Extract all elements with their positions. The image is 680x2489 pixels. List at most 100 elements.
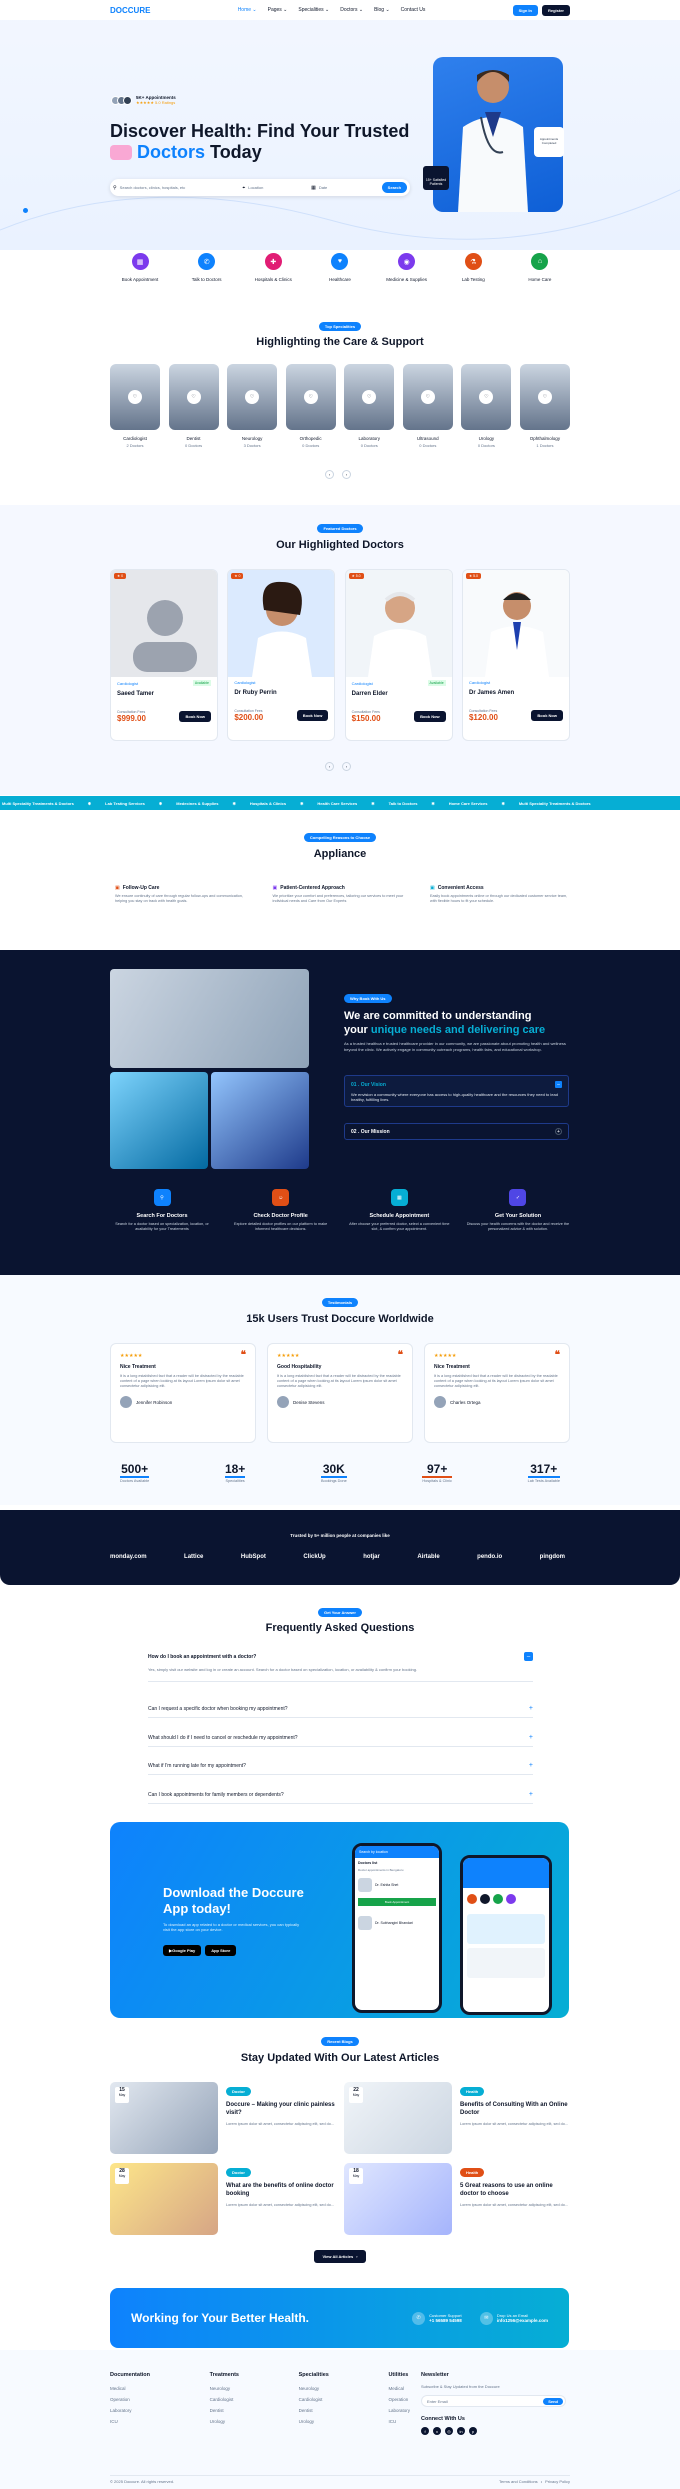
footer-link[interactable]: Medical: [388, 2383, 410, 2394]
footer-link[interactable]: Laboratory: [110, 2405, 150, 2416]
terms-link[interactable]: Terms and Conditions: [499, 2479, 538, 2484]
appliance-list: ▣ Follow-Up Care We ensure continuity of c…: [115, 885, 570, 904]
footer-link[interactable]: Dentist: [210, 2405, 239, 2416]
email-contact[interactable]: ✉ Drop Us an Email info1256@example.com: [479, 2311, 548, 2325]
plus-icon[interactable]: +: [529, 1705, 533, 1712]
faq-item[interactable]: What if I'm running late for my appointm…: [148, 1757, 533, 1775]
location-input[interactable]: Location: [248, 185, 308, 190]
speciality-card[interactable]: ♡ Orthopedic 0 Doctors: [285, 364, 336, 448]
speciality-card[interactable]: ♡ Dentist 0 Doctors: [168, 364, 219, 448]
speciality-card[interactable]: ♡ Urology 0 Doctors: [461, 364, 512, 448]
doctor-card[interactable]: ★ 5.0 Cardiologist Available Darren Elder Co…: [344, 569, 453, 741]
quick-lab-testing[interactable]: ⚗ Lab Testing: [443, 253, 503, 282]
blog-card[interactable]: 15 May Doctor Doccure – Making your clinic …: [110, 2082, 337, 2157]
quick-medicine[interactable]: ◉ Medicine & Supplies: [377, 253, 437, 282]
speciality-card[interactable]: ♡ Cardiologist 2 Doctors: [110, 364, 160, 448]
footer-link[interactable]: Dentist: [299, 2405, 329, 2416]
next-arrow-icon[interactable]: ›: [342, 762, 351, 771]
doctor-name[interactable]: Darren Elder: [352, 691, 446, 697]
plus-icon[interactable]: +: [555, 1128, 562, 1135]
minus-icon[interactable]: –: [555, 1081, 562, 1088]
newsletter-email-input[interactable]: Enter Email: [427, 2399, 448, 2404]
nav-contact[interactable]: Contact Us: [401, 7, 426, 13]
vision-accordion[interactable]: 01 . Our Vision – We envision a community …: [344, 1075, 569, 1107]
customer-support[interactable]: ✆ Customer Support +1 56589 54598: [412, 2311, 462, 2325]
login-button[interactable]: Sign In: [512, 4, 538, 16]
faq-item[interactable]: Can I book appointments for family membe…: [148, 1786, 533, 1804]
rating-badge: ★ 0: [231, 573, 244, 579]
blog-card[interactable]: 18 May Health 5 Great reasons to use an onl…: [344, 2163, 571, 2238]
instagram-icon[interactable]: ◎: [445, 2427, 453, 2435]
speciality-card[interactable]: ♡ Neurology 3 Doctors: [227, 364, 278, 448]
mission-accordion[interactable]: 02 . Our Mission +: [344, 1123, 569, 1140]
speciality-card[interactable]: ♡ Laboratory 0 Doctors: [344, 364, 395, 448]
quick-hospitals[interactable]: ✚ Hospitals & Clinics: [243, 253, 303, 282]
faq-item[interactable]: Can I request a specific doctor when boo…: [148, 1700, 533, 1718]
plus-icon[interactable]: +: [529, 1734, 533, 1741]
doctor-name[interactable]: Dr Ruby Perrin: [234, 690, 328, 696]
register-button[interactable]: Register: [541, 4, 570, 16]
footer-link[interactable]: Laboratory: [388, 2405, 410, 2416]
faq-item-open[interactable]: How do I book an appointment with a doct…: [148, 1648, 533, 1682]
book-now-button[interactable]: Book Now: [531, 710, 563, 721]
doctor-card[interactable]: ★ 0 Cardiologist Dr Ruby Perrin Consultatio…: [227, 569, 336, 741]
app-store-button[interactable]: App Store: [205, 1945, 237, 1956]
footer-link[interactable]: ICU: [110, 2416, 150, 2427]
plus-icon[interactable]: +: [529, 1762, 533, 1769]
twitter-icon[interactable]: x: [433, 2427, 441, 2435]
speciality-card[interactable]: ♡ Ultrasound 0 Doctors: [402, 364, 453, 448]
blog-card[interactable]: 28 May Doctor What are the benefits of onli…: [110, 2163, 337, 2238]
blog-image: 28 May: [110, 2163, 218, 2235]
avatar-stack: [111, 95, 132, 105]
footer-link[interactable]: Operation: [388, 2394, 410, 2405]
nav-blog[interactable]: Blog ⌄: [374, 7, 390, 13]
next-arrow-icon[interactable]: ›: [342, 470, 351, 479]
book-now-button[interactable]: Book Now: [179, 711, 211, 722]
nav-pages[interactable]: Pages ⌄: [268, 7, 288, 13]
footer-link[interactable]: Cardiologist: [299, 2394, 329, 2405]
faq-item[interactable]: What should I do if I need to cancel or …: [148, 1729, 533, 1747]
doctor-name[interactable]: Dr James Amen: [469, 690, 563, 696]
search-input[interactable]: Search doctors, clinics, hospitals, etc: [120, 185, 240, 190]
section-pill: Featured Doctors: [317, 524, 363, 533]
footer-link[interactable]: Operation: [110, 2394, 150, 2405]
quick-home-care[interactable]: ⌂ Home Care: [510, 253, 570, 282]
footer-link[interactable]: ICU: [388, 2416, 410, 2427]
footer-link[interactable]: Neurology: [299, 2383, 329, 2394]
book-now-button[interactable]: Book Now: [414, 711, 446, 722]
prev-arrow-icon[interactable]: ‹: [325, 762, 334, 771]
facebook-icon[interactable]: f: [421, 2427, 429, 2435]
search-button[interactable]: Search: [381, 182, 408, 193]
footer-link[interactable]: Medical: [110, 2383, 150, 2394]
quick-talk-doctors[interactable]: ✆ Talk to Doctors: [177, 253, 237, 282]
speciality-card[interactable]: ♡ Ophthalmology 1 Doctors: [519, 364, 570, 448]
pinterest-icon[interactable]: p: [469, 2427, 477, 2435]
nav-doctors[interactable]: Doctors ⌄: [340, 7, 363, 13]
doctor-name[interactable]: Saeed Tamer: [117, 691, 211, 697]
doctor-card[interactable]: ★ 0 Cardiologist Available Saeed Tamer Consu…: [110, 569, 218, 741]
minus-icon[interactable]: –: [524, 1652, 533, 1661]
logo[interactable]: DOCCURE: [110, 6, 150, 15]
nav-home[interactable]: Home ⌄: [238, 7, 257, 13]
linkedin-icon[interactable]: in: [457, 2427, 465, 2435]
blog-card[interactable]: 22 May Health Benefits of Consulting With a…: [344, 2082, 571, 2157]
footer-link[interactable]: Urology: [210, 2416, 239, 2427]
nav-specialities[interactable]: Specialities ⌄: [298, 7, 329, 13]
prev-arrow-icon[interactable]: ‹: [325, 470, 334, 479]
quick-book-appointment[interactable]: ▦ Book Appointment: [110, 253, 170, 282]
view-all-articles-button[interactable]: View All Articles ›: [314, 2250, 366, 2263]
date-input[interactable]: Date: [319, 185, 379, 190]
blog-tag: Doctor: [226, 2168, 251, 2177]
footer-link[interactable]: Neurology: [210, 2383, 239, 2394]
footer-link[interactable]: Urology: [299, 2416, 329, 2427]
book-now-button[interactable]: Book Now: [296, 710, 329, 721]
quick-healthcare[interactable]: ♥ Healthcare: [310, 253, 370, 282]
phone-mockup-left: Search by location Doctors list Doctor a…: [352, 1843, 442, 2013]
plus-icon[interactable]: +: [529, 1791, 533, 1798]
newsletter-send-button[interactable]: Send: [543, 2397, 563, 2405]
doctor-card[interactable]: ★ 5.0 Cardiologist Dr James Amen Consultati…: [461, 569, 570, 741]
privacy-link[interactable]: Privacy Policy: [545, 2479, 570, 2484]
doctor-speciality: Cardiologist: [468, 680, 491, 685]
footer-link[interactable]: Cardiologist: [210, 2394, 239, 2405]
google-play-button[interactable]: ▶Google Play: [163, 1945, 202, 1956]
